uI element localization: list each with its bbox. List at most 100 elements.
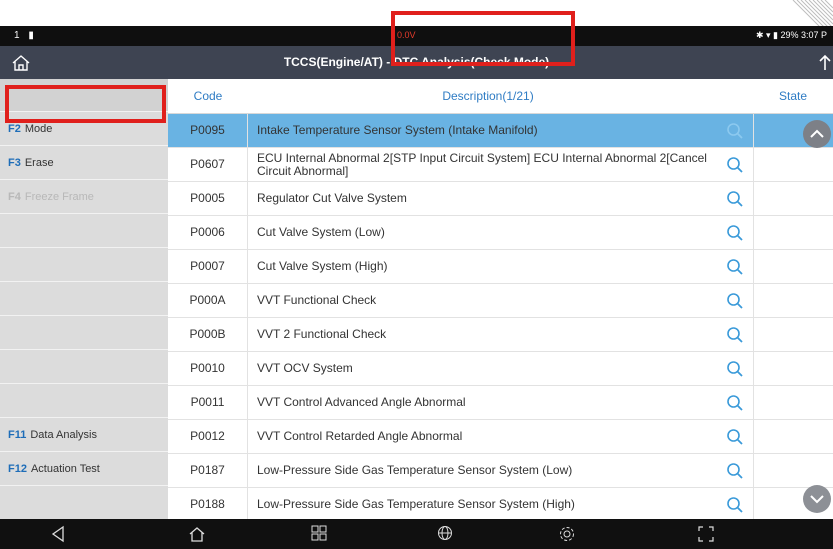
dtc-code: P000A [168, 284, 248, 317]
dtc-code: P0095 [168, 114, 248, 147]
sidebar-item-erase[interactable]: F3 Erase [0, 147, 168, 180]
sidebar-item-data-analysis[interactable]: F11 Data Analysis [0, 419, 168, 452]
function-key-sidebar: F2 Mode F3 Erase F4 Freeze Frame F11 Data An… [0, 79, 168, 520]
scroll-down-icon[interactable] [802, 484, 832, 514]
dtc-description-cell: Intake Temperature Sensor System (Intake… [257, 114, 719, 147]
dtc-state-cell [753, 284, 833, 317]
table-row[interactable]: P0010 VVT OCV System [168, 352, 833, 386]
dtc-description-cell: VVT Functional Check [257, 284, 719, 317]
dtc-code: P0011 [168, 386, 248, 419]
fkey-label: F12 [8, 463, 27, 475]
dtc-code: P0188 [168, 488, 248, 521]
dtc-description-cell: Low-Pressure Side Gas Temperature Sensor… [257, 454, 719, 487]
dtc-description: Low-Pressure Side Gas Temperature Sensor… [257, 497, 575, 511]
dtc-description: Low-Pressure Side Gas Temperature Sensor… [257, 463, 573, 477]
sidebar-item-label: Mode [24, 123, 53, 135]
settings-icon[interactable] [558, 525, 576, 543]
dtc-state-cell [753, 454, 833, 487]
dtc-description: Cut Valve System (Low) [257, 225, 385, 239]
dtc-code: P0010 [168, 352, 248, 385]
dtc-state-cell [753, 216, 833, 249]
sidebar-item-label: Data Analysis [30, 429, 98, 441]
table-row[interactable]: P000B VVT 2 Functional Check [168, 318, 833, 352]
dtc-code: P0007 [168, 250, 248, 283]
dtc-description-cell: Low-Pressure Side Gas Temperature Sensor… [257, 488, 719, 521]
dtc-code: P0012 [168, 420, 248, 453]
table-row[interactable]: P000A VVT Functional Check [168, 284, 833, 318]
dtc-description: Cut Valve System (High) [257, 259, 388, 273]
dtc-description-cell: VVT Control Retarded Angle Abnormal [257, 420, 719, 453]
table-row[interactable]: P0188 Low-Pressure Side Gas Temperature S… [168, 488, 833, 522]
fkey-label: F3 [8, 157, 21, 169]
dtc-description-cell: ECU Internal Abnormal 2[STP Input Circui… [257, 148, 719, 181]
search-icon[interactable] [726, 360, 744, 378]
dtc-code: P0607 [168, 148, 248, 181]
dtc-code: P000B [168, 318, 248, 351]
dtc-description-cell: Cut Valve System (Low) [257, 216, 719, 249]
upload-icon[interactable] [817, 52, 833, 74]
system-nav-bar [0, 519, 833, 549]
status-right: ✱ ▾ ▮ 29% 3:07 P [755, 30, 827, 40]
dtc-description: VVT OCV System [257, 361, 353, 375]
dtc-state-cell [753, 148, 833, 181]
sidebar-item-label: Erase [24, 157, 54, 169]
fkey-label: F2 [8, 123, 21, 135]
dtc-description-cell: VVT OCV System [257, 352, 719, 385]
table-row[interactable]: P0005 Regulator Cut Valve System [168, 182, 833, 216]
home-nav-icon[interactable] [188, 525, 206, 543]
search-icon[interactable] [726, 462, 744, 480]
table-row[interactable]: P0007 Cut Valve System (High) [168, 250, 833, 284]
search-icon[interactable] [726, 428, 744, 446]
dtc-state-cell [753, 250, 833, 283]
table-row[interactable]: P0012 VVT Control Retarded Angle Abnormal [168, 420, 833, 454]
search-icon[interactable] [726, 122, 744, 140]
sidebar-item-label: Actuation Test [30, 463, 100, 475]
globe-icon[interactable] [437, 525, 453, 541]
dtc-description: Regulator Cut Valve System [257, 191, 407, 205]
apps-icon[interactable] [311, 525, 327, 541]
sidebar-item-blank [0, 385, 168, 418]
search-icon[interactable] [726, 190, 744, 208]
highlight-box-title [391, 11, 575, 66]
dtc-state-cell [753, 386, 833, 419]
sidebar-item-blank [0, 215, 168, 248]
column-header-state: State [778, 89, 808, 103]
scroll-up-icon[interactable] [802, 119, 832, 149]
dtc-description: ECU Internal Abnormal 2[STP Input Circui… [257, 150, 707, 178]
search-icon[interactable] [726, 224, 744, 242]
dtc-description-cell: VVT 2 Functional Check [257, 318, 719, 351]
table-header: Code Description(1/21) State [168, 79, 833, 114]
table-row[interactable]: P0006 Cut Valve System (Low) [168, 216, 833, 250]
search-icon[interactable] [726, 258, 744, 276]
search-icon[interactable] [726, 496, 744, 514]
back-nav-icon[interactable] [50, 525, 66, 543]
search-icon[interactable] [726, 326, 744, 344]
table-row[interactable]: P0187 Low-Pressure Side Gas Temperature S… [168, 454, 833, 488]
dtc-description: VVT Functional Check [257, 293, 377, 307]
table-row[interactable]: P0607 ECU Internal Abnormal 2[STP Input C… [168, 148, 833, 182]
dtc-state-cell [753, 420, 833, 453]
dtc-description: VVT Control Advanced Angle Abnormal [257, 395, 466, 409]
status-left: 1 ▮ [14, 30, 37, 41]
dtc-description: Intake Temperature Sensor System (Intake… [257, 123, 538, 137]
dtc-state-cell [753, 318, 833, 351]
sidebar-item-blank [0, 249, 168, 282]
fkey-label: F4 [8, 191, 21, 203]
sidebar-item-blank [0, 487, 168, 520]
search-icon[interactable] [726, 394, 744, 412]
table-row[interactable]: P0011 VVT Control Advanced Angle Abnormal [168, 386, 833, 420]
screenshot-icon[interactable] [697, 525, 715, 543]
sidebar-item-freeze-frame[interactable]: F4 Freeze Frame [0, 181, 168, 214]
dtc-state-cell [753, 182, 833, 215]
dtc-code: P0006 [168, 216, 248, 249]
sidebar-item-actuation-test[interactable]: F12 Actuation Test [0, 453, 168, 486]
dtc-description: VVT Control Retarded Angle Abnormal [257, 429, 463, 443]
sidebar-item-blank [0, 283, 168, 316]
table-row[interactable]: P0095 Intake Temperature Sensor System (I… [168, 114, 833, 148]
sidebar-item-label: Freeze Frame [24, 191, 94, 203]
search-icon[interactable] [726, 292, 744, 310]
search-icon[interactable] [726, 156, 744, 174]
column-header-description: Description(1/21) [442, 89, 534, 103]
dtc-description-cell: Regulator Cut Valve System [257, 182, 719, 215]
column-header-code: Code [193, 89, 223, 103]
